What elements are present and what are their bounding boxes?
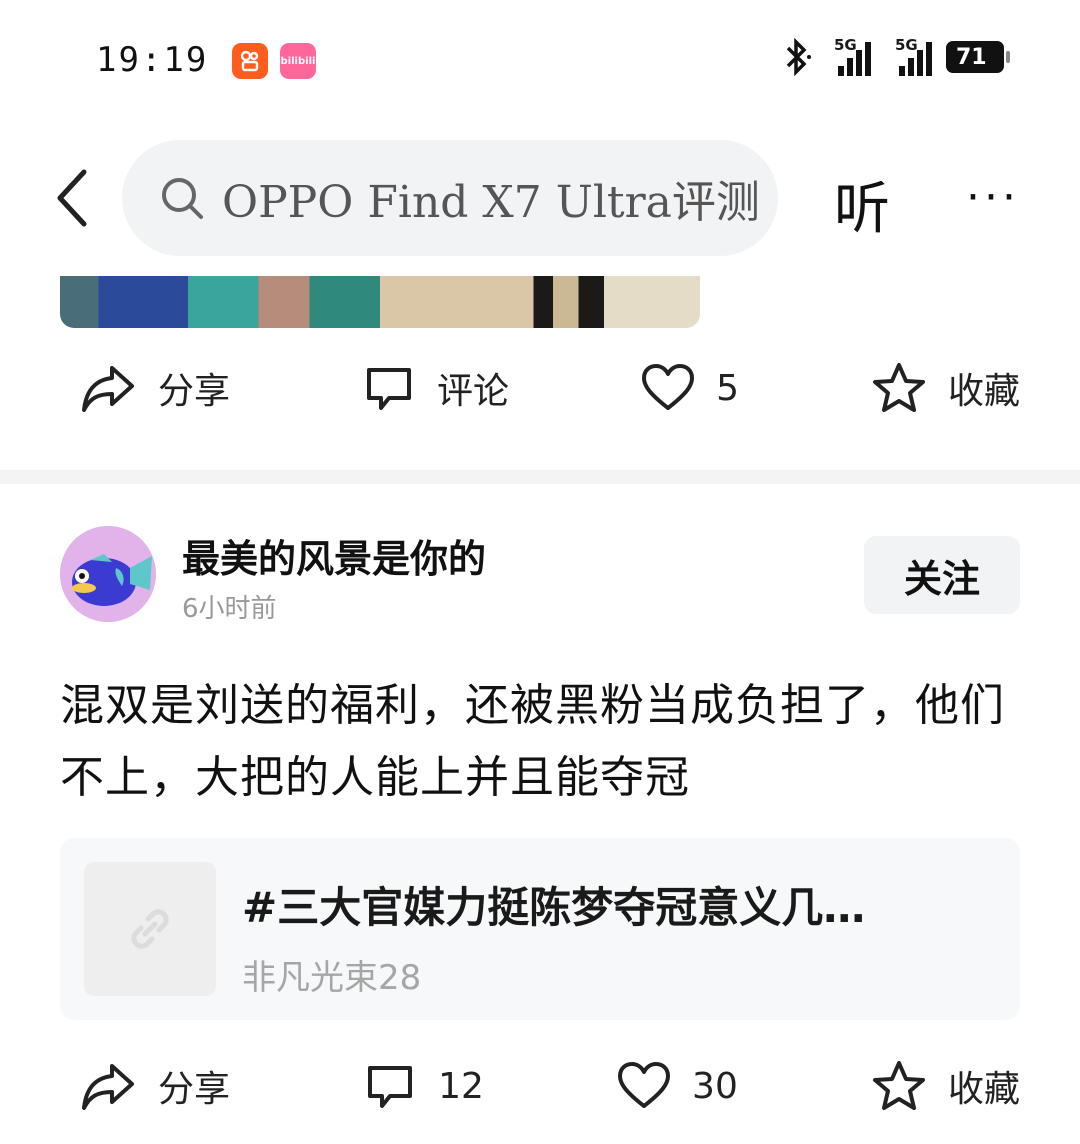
link-source: 非凡光束28: [242, 958, 422, 998]
post-actions: 分享 12 30 收藏: [60, 1060, 1020, 1112]
comment-icon: [367, 368, 412, 410]
comment-icon: [368, 1066, 413, 1108]
search-query: OPPO Find X7 Ultra评测: [222, 177, 760, 228]
star-icon: [872, 363, 925, 412]
search-icon: [162, 178, 203, 219]
comment-button[interactable]: 评论: [363, 362, 509, 414]
follow-button[interactable]: 关注: [864, 536, 1020, 614]
comment-button[interactable]: 12: [364, 1062, 484, 1110]
share-button[interactable]: 分享: [80, 1060, 230, 1112]
section-divider: [0, 470, 1080, 484]
previous-post-images[interactable]: [60, 276, 700, 328]
username[interactable]: 最美的风景是你的: [182, 528, 486, 583]
comment-count: 12: [438, 1065, 484, 1107]
status-indicators: 5G 5G 71: [782, 36, 1010, 76]
listen-button[interactable]: 听: [834, 164, 890, 245]
heart-icon: [618, 1062, 671, 1108]
fish-avatar-icon: [60, 526, 156, 622]
link-thumbnail: [84, 862, 216, 996]
post-image[interactable]: [60, 276, 380, 328]
like-button[interactable]: 5: [642, 364, 739, 412]
status-time: 19:19: [96, 40, 209, 80]
more-options-button[interactable]: ···: [966, 172, 1020, 223]
favorite-label: 收藏: [947, 371, 1020, 412]
share-label: 分享: [158, 371, 231, 412]
back-arrow-icon[interactable]: [52, 168, 92, 228]
battery-indicator: 71: [946, 41, 1010, 73]
post-content[interactable]: 混双是刘送的福利，还被黑粉当成负担了，他们不上，大把的人能上并且能夺冠: [60, 670, 1030, 814]
favorite-button[interactable]: 收藏: [872, 1060, 1020, 1112]
share-icon: [82, 366, 134, 412]
share-button[interactable]: 分享: [80, 362, 230, 414]
link-card[interactable]: #三大官媒力挺陈梦夺冠意义几… 非凡光束28: [60, 838, 1020, 1020]
like-button[interactable]: 30: [618, 1062, 738, 1110]
like-count: 30: [692, 1065, 738, 1107]
share-icon: [82, 1064, 134, 1110]
comment-label: 评论: [437, 371, 510, 412]
kuaishou-icon: [232, 43, 268, 79]
like-count: 5: [716, 367, 739, 409]
bilibili-icon: bilibili: [280, 43, 316, 79]
favorite-label: 收藏: [947, 1069, 1020, 1110]
signal-icon: 5G: [834, 36, 871, 76]
heart-icon: [642, 364, 695, 410]
star-icon: [872, 1061, 925, 1110]
share-label: 分享: [158, 1069, 231, 1110]
favorite-button[interactable]: 收藏: [872, 362, 1020, 414]
signal-icon-2: 5G: [895, 36, 932, 76]
post-image[interactable]: [380, 276, 700, 328]
post-time: 6小时前: [182, 594, 277, 624]
link-title: #三大官媒力挺陈梦夺冠意义几…: [242, 883, 866, 932]
previous-post-actions: 分享 评论 5 收藏: [60, 362, 1020, 414]
bluetooth-icon: [786, 38, 811, 76]
link-icon: [131, 909, 169, 949]
search-bar[interactable]: OPPO Find X7 Ultra评测: [122, 140, 778, 256]
avatar[interactable]: [60, 526, 156, 622]
